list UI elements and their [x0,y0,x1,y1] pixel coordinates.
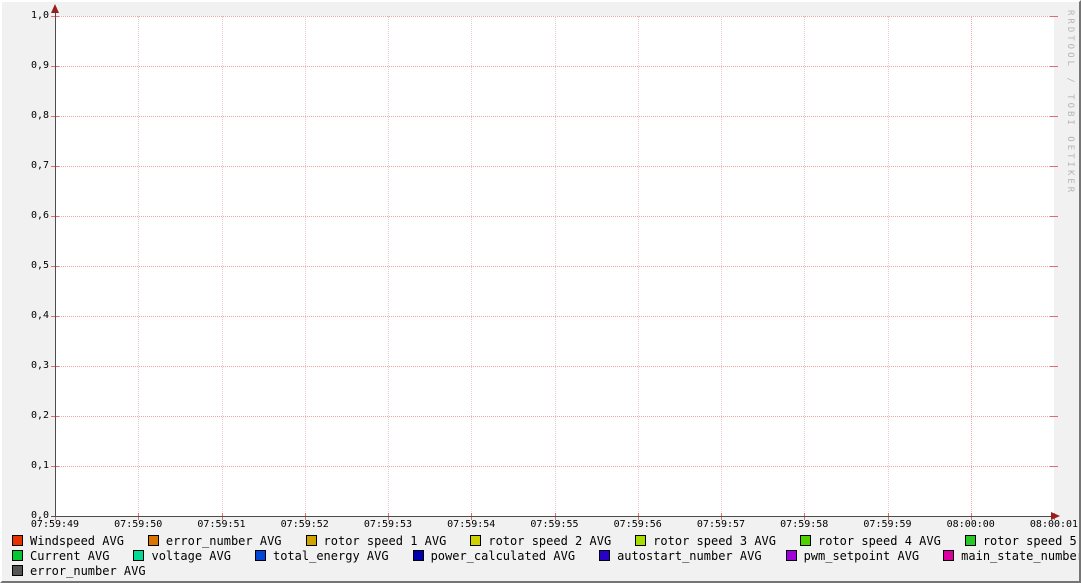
x-tick-label: 07:59:55 [524,519,586,531]
x-tick-label: 07:59:59 [857,519,919,531]
legend-item: total_energy AVG [255,549,389,563]
legend-swatch [306,535,317,546]
v-gridline [471,16,472,516]
x-tick-label: 07:59:53 [357,519,419,531]
legend-item: pwm_setpoint AVG [786,549,920,563]
legend-label: rotor speed 4 AVG [818,534,941,548]
x-tick-label: 07:59:49 [24,519,86,531]
v-gridline [555,16,556,516]
x-tick-label: 08:00:00 [940,519,1002,531]
y-grid-tick [1050,216,1058,217]
x-tick-label: 07:59:52 [274,519,336,531]
legend-swatch [635,535,646,546]
legend-swatch [12,565,23,576]
legend-swatch [786,550,797,561]
y-grid-tick [1050,116,1058,117]
legend-label: voltage AVG [151,549,230,563]
legend-label: autostart_number AVG [617,549,762,563]
x-axis-line [51,516,1056,517]
legend-label: rotor speed 1 AVG [324,534,447,548]
legend-label: rotor speed 5 AVG [983,534,1081,548]
legend-swatch [413,550,424,561]
legend-label: rotor speed 2 AVG [488,534,611,548]
y-tick-label: 0,6 [9,210,49,222]
legend-swatch [965,535,976,546]
x-tick-label: 07:59:51 [191,519,253,531]
y-grid-tick [1050,266,1058,267]
watermark: RRDTOOL / TOBI OETIKER [1065,10,1075,195]
y-grid-tick [1050,366,1058,367]
x-tick-label: 08:00:01 [1023,519,1081,531]
y-tick-label: 1,0 [9,10,49,22]
y-grid-tick [1050,416,1058,417]
legend-swatch [12,550,23,561]
legend-swatch [255,550,266,561]
v-gridline [721,16,722,516]
v-gridline [971,16,972,516]
legend-label: total_energy AVG [273,549,389,563]
y-tick-label: 0,2 [9,410,49,422]
legend-item: Windspeed AVG [12,534,124,548]
x-tick-label: 07:59:57 [690,519,752,531]
y-axis-arrow-icon [51,4,59,13]
legend-item: voltage AVG [133,549,230,563]
v-gridline [804,16,805,516]
legend-swatch [12,535,23,546]
legend-item: rotor speed 2 AVG [470,534,611,548]
legend-label: rotor speed 3 AVG [653,534,776,548]
v-gridline [888,16,889,516]
x-tick-label: 07:59:54 [440,519,502,531]
legend-swatch [148,535,159,546]
y-tick-label: 0,9 [9,60,49,72]
legend-item: power_calculated AVG [413,549,576,563]
x-tick-label: 07:59:56 [607,519,669,531]
legend-item: rotor speed 5 AVG [965,534,1081,548]
y-grid-tick [1050,316,1058,317]
legend-row: Current AVG voltage AVG total_energy AVG po… [12,548,1072,563]
y-tick-label: 0,4 [9,310,49,322]
legend-swatch [599,550,610,561]
legend-label: Windspeed AVG [30,534,124,548]
x-tick-label: 07:59:58 [773,519,835,531]
y-grid-tick [1050,16,1058,17]
legend-item: autostart_number AVG [599,549,762,563]
legend-item: rotor speed 4 AVG [800,534,941,548]
legend-item: error_number AVG [12,564,146,578]
legend-swatch [943,550,954,561]
y-tick-label: 0,7 [9,160,49,172]
y-grid-tick [1050,466,1058,467]
y-grid-tick [1050,66,1058,67]
rrdtool-graph: 1,00,90,80,70,60,50,40,30,20,10,0 07:59:… [0,0,1081,583]
legend-label: error_number AVG [166,534,282,548]
legend-label: error_number AVG [30,564,146,578]
legend-item: rotor speed 1 AVG [306,534,447,548]
legend-swatch [800,535,811,546]
legend-swatch [133,550,144,561]
v-gridline [138,16,139,516]
v-gridline [638,16,639,516]
legend-item: error_number AVG [148,534,282,548]
x-tick-label: 07:59:50 [107,519,169,531]
legend-label: power_calculated AVG [431,549,576,563]
legend-item: Current AVG [12,549,109,563]
legend: Windspeed AVG error_number AVG rotor speed… [12,533,1072,578]
v-gridline [388,16,389,516]
y-tick-label: 0,1 [9,460,49,472]
legend-swatch [470,535,481,546]
legend-label: main_state_number AVG [961,549,1081,563]
legend-label: Current AVG [30,549,109,563]
y-grid-tick [1050,166,1058,167]
v-gridline [305,16,306,516]
v-gridline [222,16,223,516]
legend-item: main_state_number AVG [943,549,1081,563]
legend-row: error_number AVG [12,563,1072,578]
legend-row: Windspeed AVG error_number AVG rotor speed… [12,533,1072,548]
y-tick-label: 0,5 [9,260,49,272]
y-tick-label: 0,3 [9,360,49,372]
legend-item: rotor speed 3 AVG [635,534,776,548]
y-tick-label: 0,8 [9,110,49,122]
y-axis-line [55,11,56,516]
legend-label: pwm_setpoint AVG [804,549,920,563]
